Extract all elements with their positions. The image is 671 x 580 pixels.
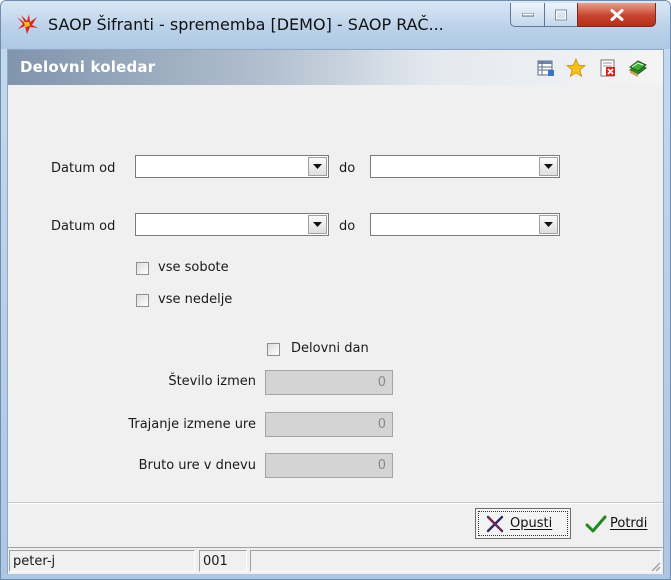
panel-title: Delovni koledar xyxy=(20,58,156,76)
shift-duration-field: 0 xyxy=(265,412,393,437)
status-bar: peter-j 001 xyxy=(8,547,663,574)
saop-app-icon[interactable] xyxy=(15,13,39,35)
all-sundays-label: vse nedelje xyxy=(158,292,233,307)
application-window: SAOP Šifranti - sprememba [DEMO] - SAOP … xyxy=(0,0,671,580)
shift-count-label: Število izmen xyxy=(168,374,256,389)
dropdown-button[interactable] xyxy=(308,215,327,234)
chevron-down-icon xyxy=(313,222,322,227)
date-to-combo-1[interactable] xyxy=(370,155,560,178)
status-user: peter-j xyxy=(13,554,56,569)
maximize-button[interactable] xyxy=(544,3,578,27)
x-icon xyxy=(486,515,504,533)
title-bar[interactable]: SAOP Šifranti - sprememba [DEMO] - SAOP … xyxy=(1,1,670,49)
chevron-down-icon xyxy=(313,164,322,169)
checkmark-icon xyxy=(585,515,607,533)
status-extra-pane xyxy=(250,550,661,572)
close-icon xyxy=(610,8,623,21)
delete-document-icon[interactable] xyxy=(598,58,618,78)
table-settings-icon[interactable] xyxy=(536,58,556,78)
books-exit-icon[interactable] xyxy=(628,58,648,78)
gross-hours-field: 0 xyxy=(265,453,393,478)
status-code: 001 xyxy=(203,554,228,569)
status-code-pane: 001 xyxy=(199,550,247,572)
dropdown-button[interactable] xyxy=(539,157,558,176)
gross-hours-label: Bruto ure v dnevu xyxy=(138,458,256,473)
all-saturdays-checkbox[interactable] xyxy=(136,262,149,275)
chevron-down-icon xyxy=(544,222,553,227)
chevron-down-icon xyxy=(544,164,553,169)
workday-label: Delovni dan xyxy=(291,341,369,356)
panel-header: Delovni koledar xyxy=(8,50,663,85)
cancel-button[interactable]: Opusti xyxy=(475,508,571,539)
window-title: SAOP Šifranti - sprememba [DEMO] - SAOP … xyxy=(48,15,444,34)
gross-hours-value: 0 xyxy=(377,458,386,473)
minimize-button[interactable] xyxy=(510,3,545,27)
dropdown-button[interactable] xyxy=(308,157,327,176)
button-separator xyxy=(8,502,663,504)
confirm-button[interactable]: Potrdi xyxy=(575,508,659,539)
status-user-pane: peter-j xyxy=(9,550,195,572)
date-to-label-2: do xyxy=(339,219,356,234)
resize-grip-icon[interactable] xyxy=(649,560,661,572)
star-icon[interactable] xyxy=(566,58,586,78)
cancel-button-label: Opusti xyxy=(510,516,553,531)
minimize-icon xyxy=(521,12,534,16)
close-button[interactable] xyxy=(577,3,656,27)
shift-duration-value: 0 xyxy=(377,417,386,432)
date-from-label-2: Datum od xyxy=(51,219,116,234)
date-to-label-1: do xyxy=(339,161,356,176)
confirm-button-label: Potrdi xyxy=(610,516,648,531)
dialog-body: Delovni koledar Datum od do Datum od do … xyxy=(7,49,664,574)
all-saturdays-label: vse sobote xyxy=(158,260,229,275)
shift-count-value: 0 xyxy=(377,375,386,390)
workday-checkbox[interactable] xyxy=(267,343,280,356)
date-from-combo-1[interactable] xyxy=(135,155,329,178)
dropdown-button[interactable] xyxy=(539,215,558,234)
maximize-icon xyxy=(555,9,567,20)
date-from-label-1: Datum od xyxy=(51,161,116,176)
shift-count-field: 0 xyxy=(265,370,393,395)
all-sundays-checkbox[interactable] xyxy=(136,294,149,307)
date-to-combo-2[interactable] xyxy=(370,213,560,236)
date-from-combo-2[interactable] xyxy=(135,213,329,236)
shift-duration-label: Trajanje izmene ure xyxy=(128,417,256,432)
